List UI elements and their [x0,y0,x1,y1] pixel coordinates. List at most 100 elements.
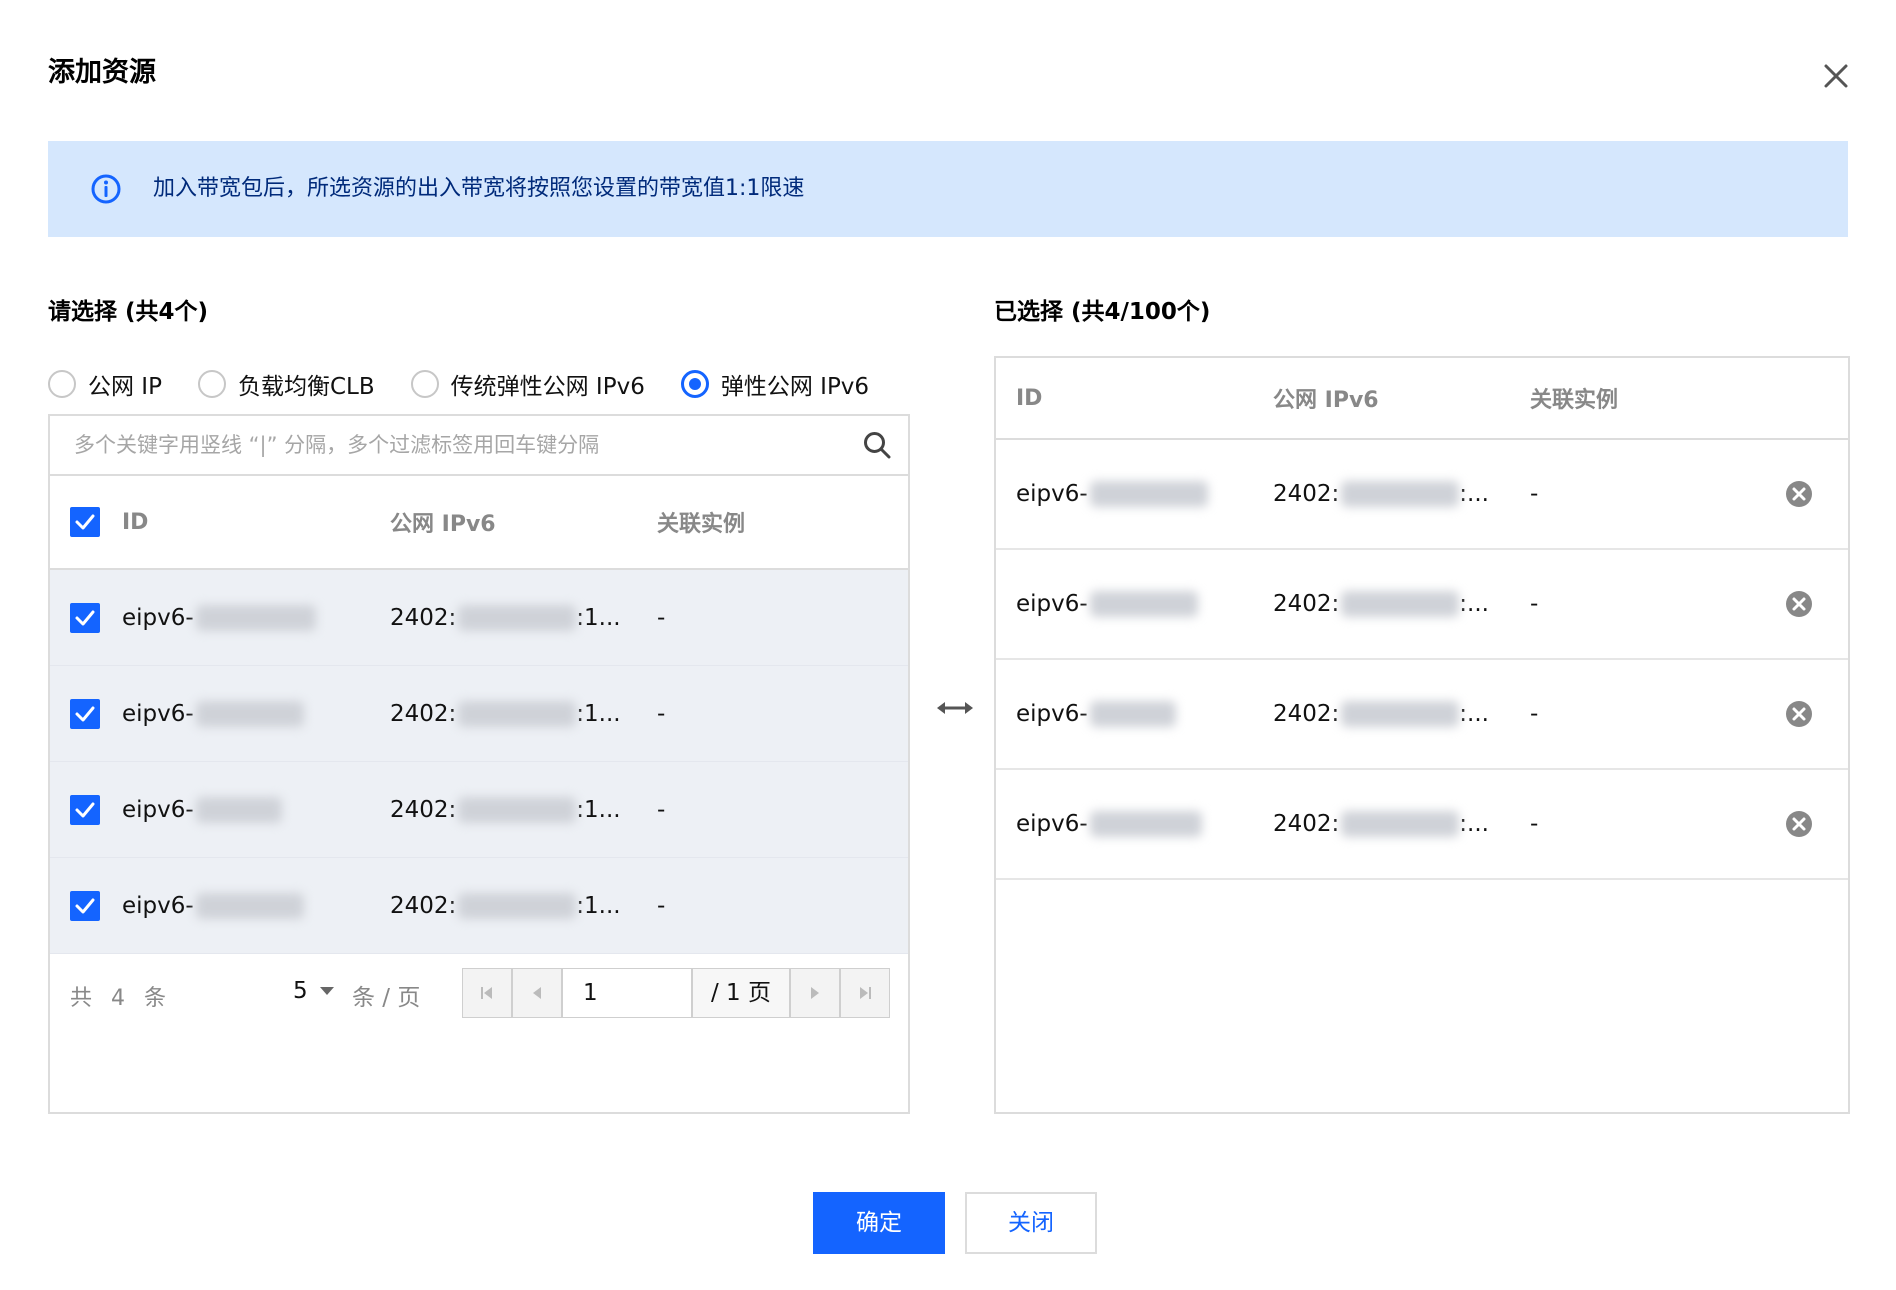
cell-ipv6: 2402::1... [390,796,621,823]
first-page-icon [481,987,492,999]
table-row: eipv6- 2402::... - [996,550,1848,660]
redacted-text [1341,481,1460,507]
cell-ipv6: 2402: :1... [390,892,621,919]
radio-circle[interactable] [48,370,76,398]
row-checkbox[interactable] [70,602,100,633]
next-page-button[interactable] [790,968,840,1018]
cell-instance: - [1530,811,1539,837]
redacted-text [458,604,577,631]
prev-page-button[interactable] [512,968,562,1018]
row-checkbox[interactable] [70,890,100,921]
radio-public-ip[interactable]: 公网 IP [48,367,162,401]
table-header: ID 公网 IPv6 关联实例 [50,476,908,570]
radio-label: 负载均衡CLB [237,374,375,400]
select-all-checkbox[interactable] [70,507,100,537]
redacted-text [195,700,304,727]
redacted-text [1089,481,1208,507]
search-input[interactable] [72,424,836,466]
radio-eip-ipv6[interactable]: 弹性公网 IPv6 [680,367,870,401]
remove-icon[interactable] [1784,699,1814,729]
cell-ipv6: 2402::... [1273,481,1489,507]
radio-circle[interactable] [197,370,226,398]
ip-suffix: :1... [576,892,621,919]
redacted-text [1089,591,1198,617]
id-text: eipv6- [1016,701,1088,727]
first-page-button[interactable] [462,968,512,1018]
remove-icon[interactable] [1784,479,1814,509]
row-checkbox[interactable] [70,794,100,825]
page-number-input[interactable]: 1 [562,968,692,1018]
prev-page-icon [533,987,541,999]
remove-icon[interactable] [1784,809,1814,839]
redacted-text [458,892,577,919]
page-total: / 1 页 [692,968,790,1018]
ip-text: 2402: [390,604,457,631]
dialog-title: 添加资源 [48,57,156,88]
ip-text: 2402: [390,892,457,919]
info-icon [91,174,121,204]
table-row[interactable]: eipv6- 2402: :1... - [50,666,908,762]
search-icon[interactable] [862,430,892,460]
remove-icon[interactable] [1784,589,1814,619]
check-icon [75,706,95,721]
id-text: eipv6- [1016,481,1088,507]
close-button[interactable]: 关闭 [965,1192,1097,1254]
table-row: eipv6- 2402::... - [996,770,1848,880]
cell-ipv6: 2402::... [1273,591,1489,617]
table-row[interactable]: eipv6- 2402::1... - [50,762,908,858]
ip-suffix: :1... [576,604,621,631]
radio-label: 弹性公网 IPv6 [720,374,870,400]
ip-text: 2402: [390,700,457,727]
page-size-unit: 条 / 页 [352,985,421,1011]
redacted-text [1089,811,1202,837]
ip-suffix: :... [1459,701,1489,727]
row-checkbox[interactable] [70,698,100,729]
radio-circle-selected[interactable] [680,370,709,398]
radio-label: 公网 IP [88,374,162,400]
cell-instance: - [657,700,666,727]
column-header-id[interactable]: ID [122,510,148,535]
cell-ipv6: 2402::... [1273,701,1489,727]
table-row: eipv6- 2402::... - [996,440,1848,550]
cell-id: eipv6- [122,796,282,823]
cell-instance: - [657,892,666,919]
id-text: eipv6- [122,892,194,919]
cell-id: eipv6- [1016,811,1202,837]
last-page-icon [860,987,871,999]
radio-circle[interactable] [410,370,439,398]
close-icon[interactable] [1816,56,1856,96]
table-row[interactable]: eipv6- 2402: :1... - [50,858,908,954]
radio-clb[interactable]: 负载均衡CLB [197,367,375,401]
radio-classic-eip-ipv6[interactable]: 传统弹性公网 IPv6 [410,367,645,401]
swap-icon [937,702,973,714]
ip-suffix: :1... [576,700,621,727]
last-page-button[interactable] [840,968,890,1018]
right-section-title: 已选择 (共4/100个) [994,299,1211,325]
redacted-text [1341,701,1460,727]
ip-text: 2402: [1273,481,1340,507]
id-text: eipv6- [122,796,194,823]
cell-id: eipv6- [122,604,316,631]
radio-label: 传统弹性公网 IPv6 [450,374,645,400]
redacted-text [195,796,282,823]
confirm-button[interactable]: 确定 [813,1192,945,1254]
cell-instance: - [657,796,666,823]
column-header-ipv6[interactable]: 公网 IPv6 [390,506,496,538]
cell-instance: - [1530,701,1539,727]
ip-suffix: :... [1459,811,1489,837]
ip-suffix: :1... [576,796,621,823]
page-size-select[interactable]: 5 [293,978,350,1004]
check-icon [75,802,95,817]
notice-banner: 加入带宽包后，所选资源的出入带宽将按照您设置的带宽值1:1限速 [48,141,1848,237]
ip-suffix: :... [1459,591,1489,617]
column-header-ipv6[interactable]: 公网 IPv6 [1273,382,1379,414]
notice-text: 加入带宽包后，所选资源的出入带宽将按照您设置的带宽值1:1限速 [153,176,805,201]
table-row[interactable]: eipv6- 2402::1... - [50,570,908,666]
column-header-instance[interactable]: 关联实例 [1530,382,1618,414]
column-header-id[interactable]: ID [1016,386,1042,411]
page-size-value: 5 [293,978,308,1004]
left-section-title: 请选择 (共4个) [48,299,209,325]
column-header-instance[interactable]: 关联实例 [657,506,745,538]
ip-text: 2402: [1273,591,1340,617]
cell-id: eipv6- [122,700,304,727]
